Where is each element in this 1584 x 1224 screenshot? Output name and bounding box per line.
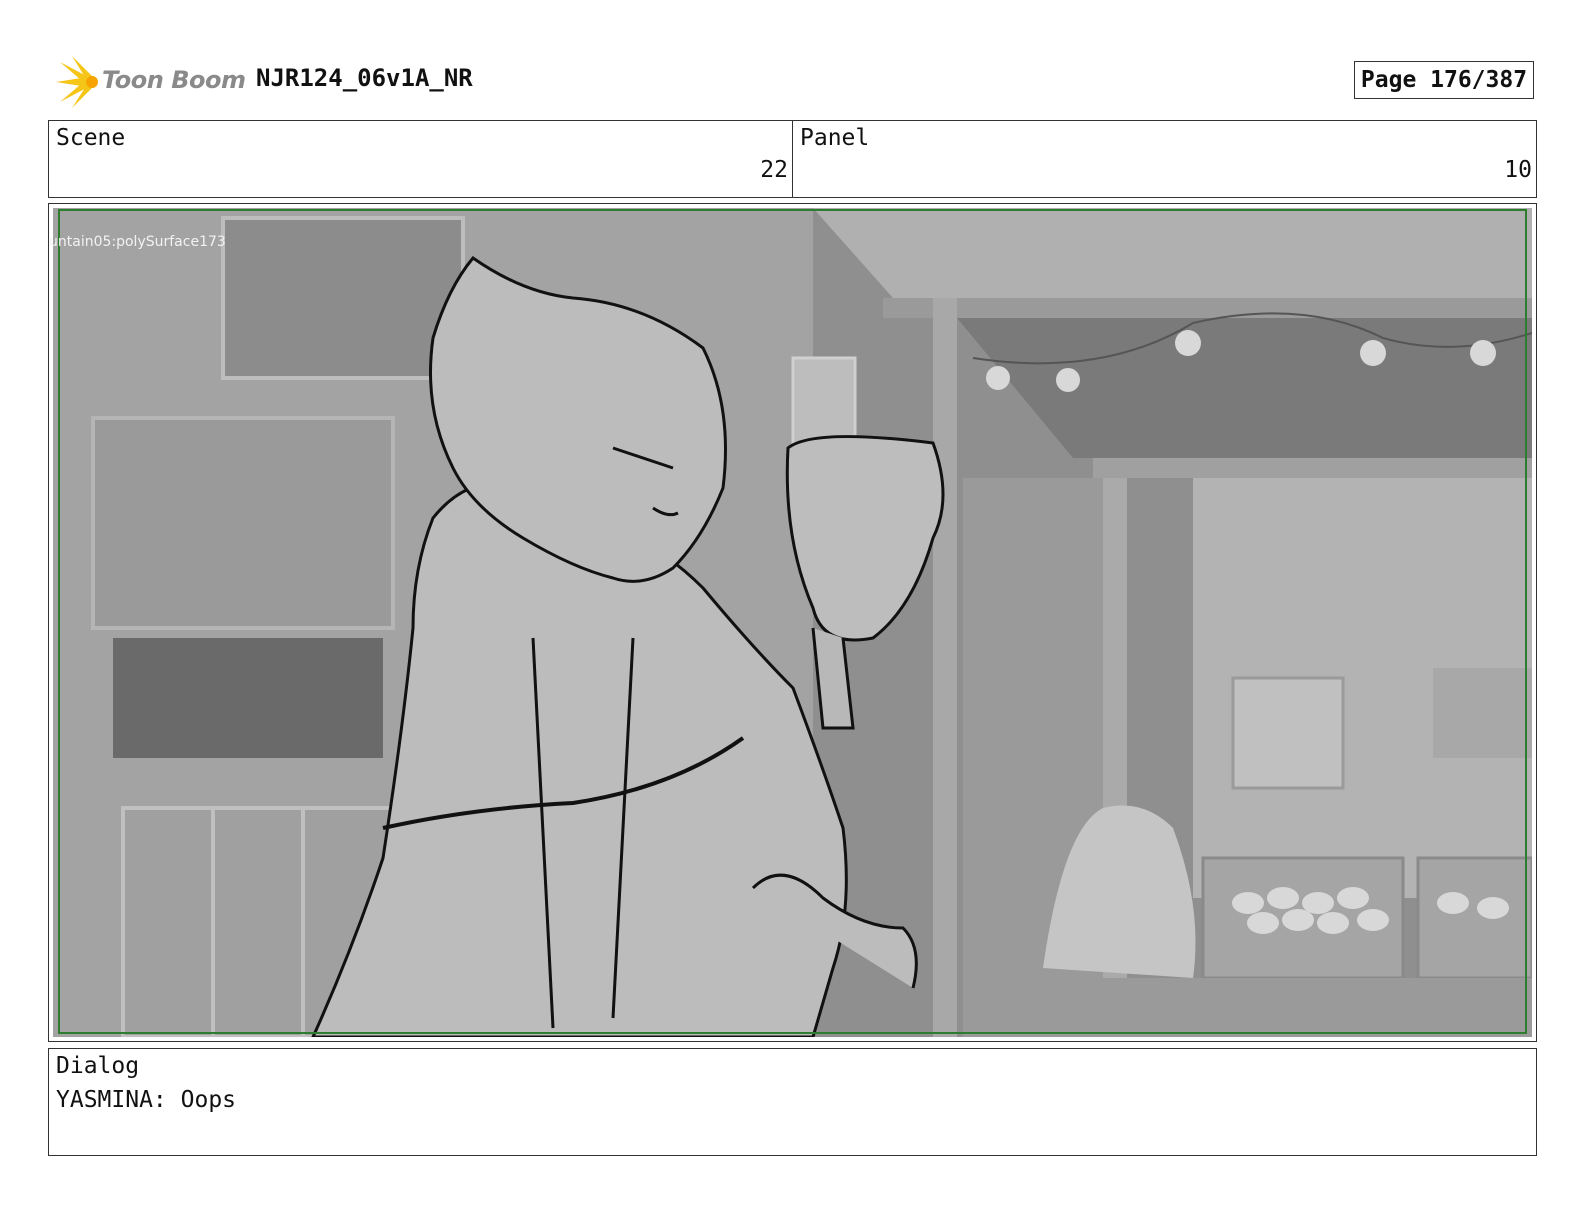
dialog-box: Dialog YASMINA: Oops	[48, 1048, 1537, 1156]
page-number: Page 176/387	[1354, 61, 1534, 99]
logo-wordmark: Toon Boom	[102, 66, 246, 94]
storyboard-frame: untain05:polySurface173	[48, 203, 1537, 1042]
dialog-label: Dialog	[56, 1053, 140, 1079]
scene-panel-header: Scene 22 Panel 10	[48, 120, 1537, 198]
panel-value: 10	[1504, 157, 1532, 183]
toon-boom-logo: Toon Boom	[50, 54, 246, 110]
scene-label: Scene	[56, 125, 126, 151]
scene-cell: Scene 22	[49, 121, 793, 197]
panel-label: Panel	[800, 125, 870, 151]
storyboard-image	[53, 208, 1532, 1037]
dialog-text: YASMINA: Oops	[56, 1087, 237, 1113]
panel-cell: Panel 10	[793, 121, 1536, 197]
document-title: NJR124_06v1A_NR	[256, 64, 473, 92]
starburst-icon	[56, 56, 98, 108]
scene-value: 22	[760, 157, 788, 183]
overlay-label: untain05:polySurface173	[49, 234, 226, 250]
